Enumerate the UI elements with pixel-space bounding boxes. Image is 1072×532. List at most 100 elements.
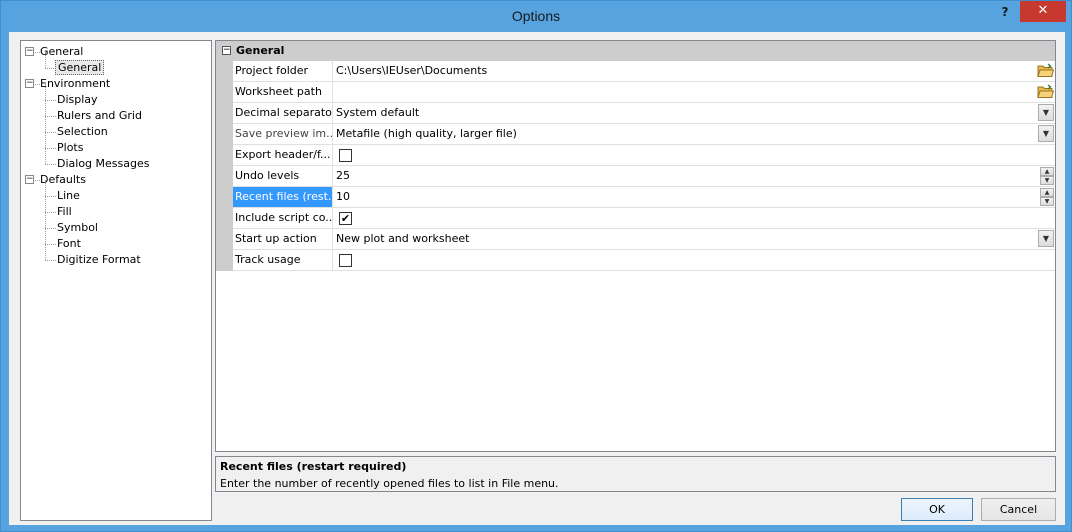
property-value-text: New plot and worksheet [336,232,470,245]
property-row-worksheet-path[interactable]: Worksheet path [233,82,1055,103]
property-row-undo-levels[interactable]: Undo levels 25 ▲ ▼ [233,166,1055,187]
options-tree[interactable]: − General General − Environment Display Rulers… [20,40,212,521]
tree-item-label: Selection [57,125,108,138]
property-row-project-folder[interactable]: Project folder C:\Users\IEUser\Documents [233,61,1055,82]
chevron-down-icon[interactable]: ▼ [1038,125,1054,142]
tree-item-label: Environment [40,77,111,90]
checkbox[interactable] [339,149,352,162]
property-name[interactable]: Save preview im... [233,124,333,144]
tree-item-label: Plots [57,141,84,154]
property-name[interactable]: Include script co... [233,208,333,228]
property-grid[interactable]: − General Project folder C:\Users\IEUser\… [215,40,1056,452]
property-name[interactable]: Worksheet path [233,82,333,102]
property-value-text: Metafile (high quality, larger file) [336,127,517,140]
tree-item-dialog-messages[interactable]: Dialog Messages [55,156,151,172]
title-bar[interactable]: Options ? ✕ [1,1,1071,31]
tree-item-label: Symbol [57,221,98,234]
checkbox[interactable] [339,254,352,267]
property-row-track-usage[interactable]: Track usage [233,250,1055,271]
ok-button[interactable]: OK [901,498,973,521]
tree-item-selection[interactable]: Selection [55,124,110,140]
spin-up-icon[interactable]: ▲ [1040,167,1054,176]
tree-connector [45,52,46,68]
tree-item-symbol[interactable]: Symbol [55,220,100,236]
tree-expander-icon[interactable]: − [25,175,34,184]
folder-open-icon[interactable] [1037,63,1055,78]
property-value[interactable] [334,250,1055,270]
tree-connector [45,116,46,132]
description-title: Recent files (restart required) [220,460,407,473]
property-value-text: C:\Users\IEUser\Documents [336,64,488,77]
tree-expander-icon[interactable]: − [25,47,34,56]
tree-item-label: Fill [57,205,72,218]
property-row-export-header-f[interactable]: Export header/f... [233,145,1055,166]
tree-item-general[interactable]: General [55,60,105,76]
tree-connector [45,132,46,148]
description-text: Enter the number of recently opened file… [220,477,559,490]
tree-item-font[interactable]: Font [55,236,83,252]
tree-item-display[interactable]: Display [55,92,100,108]
tree-item-digitize-format[interactable]: Digitize Format [55,252,143,268]
tree-connector [45,84,46,100]
tree-item-label: Font [57,237,81,250]
category-header-general[interactable]: − General [216,41,1055,61]
tree-item-label: Dialog Messages [57,157,150,170]
chevron-down-icon[interactable]: ▼ [1038,230,1054,247]
property-value[interactable]: ✔ [334,208,1055,228]
property-value[interactable]: Metafile (high quality, larger file) ▼ [334,124,1055,144]
tree-connector [45,244,46,260]
category-label: General [236,44,285,57]
tree-connector [45,148,46,164]
property-name[interactable]: Recent files (rest... [233,187,333,207]
collapse-icon[interactable]: − [222,46,231,55]
property-value[interactable] [334,82,1055,102]
property-name[interactable]: Export header/f... [233,145,333,165]
property-value[interactable]: C:\Users\IEUser\Documents [334,61,1055,81]
property-row-include-script-co[interactable]: Include script co... ✔ [233,208,1055,229]
tree-connector [45,212,46,228]
property-value[interactable]: System default ▼ [334,103,1055,123]
tree-connector [45,100,46,116]
tree-item-label: Display [57,93,98,106]
tree-item-plots[interactable]: Plots [55,140,85,156]
property-value-text: 10 [336,190,350,203]
tree-connector [45,228,46,244]
spin-buttons[interactable]: ▲ ▼ [1040,188,1054,206]
tree-item-rulers-and-grid[interactable]: Rulers and Grid [55,108,144,124]
property-value-text: 25 [336,169,350,182]
tree-item-environment[interactable]: Environment [38,76,112,92]
folder-open-icon[interactable] [1037,84,1055,99]
property-value[interactable]: 25 ▲ ▼ [334,166,1055,186]
spin-up-icon[interactable]: ▲ [1040,188,1054,197]
checkbox[interactable]: ✔ [339,212,352,225]
spin-down-icon[interactable]: ▼ [1040,197,1054,206]
property-name[interactable]: Start up action [233,229,333,249]
property-value[interactable]: New plot and worksheet ▼ [334,229,1055,249]
window-title: Options [511,8,561,24]
help-button[interactable]: ? [995,2,1015,22]
spin-buttons[interactable]: ▲ ▼ [1040,167,1054,185]
property-row-save-preview-im[interactable]: Save preview im... Metafile (high quality… [233,124,1055,145]
cancel-button[interactable]: Cancel [981,498,1056,521]
property-name[interactable]: Undo levels [233,166,333,186]
close-button[interactable]: ✕ [1020,1,1066,22]
tree-expander-icon[interactable]: − [25,79,34,88]
tree-connector [45,196,46,212]
spin-down-icon[interactable]: ▼ [1040,176,1054,185]
property-row-start-up-action[interactable]: Start up action New plot and worksheet ▼ [233,229,1055,250]
property-name[interactable]: Project folder [233,61,333,81]
property-value[interactable]: 10 ▲ ▼ [334,187,1055,207]
property-value-text: System default [336,106,420,119]
grid-margin [216,61,233,271]
chevron-down-icon[interactable]: ▼ [1038,104,1054,121]
dialog-client: − General General − Environment Display Rulers… [9,32,1065,525]
tree-item-label: Rulers and Grid [57,109,142,122]
property-row-recent-files-rest[interactable]: Recent files (rest... 10 ▲ ▼ [233,187,1055,208]
property-value[interactable] [334,145,1055,165]
tree-item-fill[interactable]: Fill [55,204,74,220]
property-name[interactable]: Track usage [233,250,333,270]
property-row-decimal-separator[interactable]: Decimal separator System default ▼ [233,103,1055,124]
tree-item-label: Line [57,189,80,202]
property-name[interactable]: Decimal separator [233,103,333,123]
tree-item-line[interactable]: Line [55,188,82,204]
